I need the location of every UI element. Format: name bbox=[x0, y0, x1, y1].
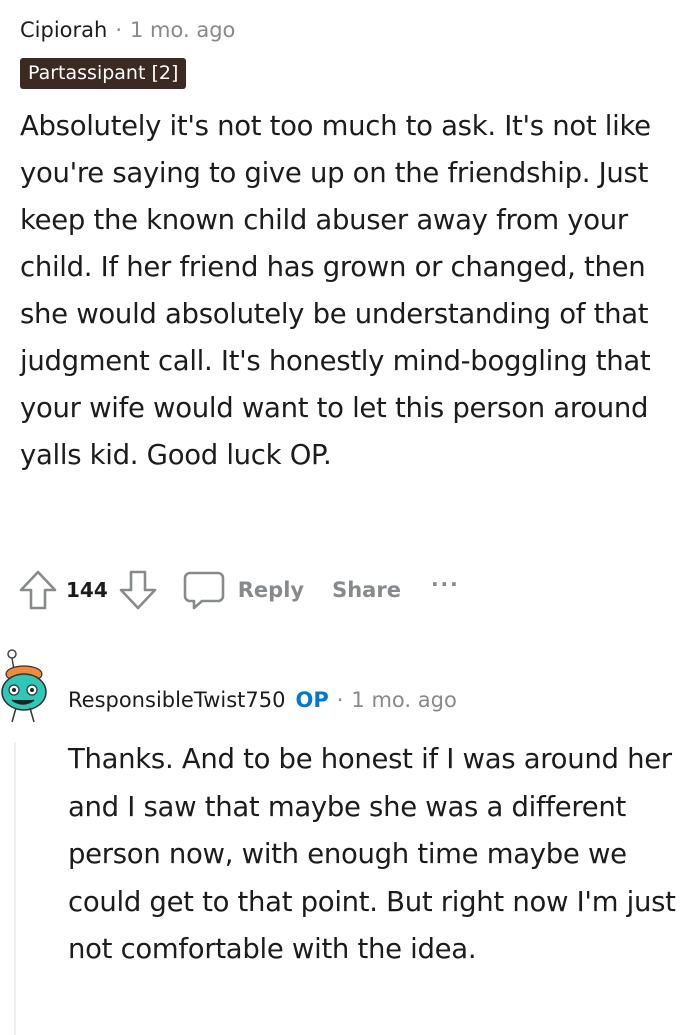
comment: Cipiorah · 1 mo. ago Partassipant [2] Ab… bbox=[20, 14, 700, 479]
share-button[interactable]: Share bbox=[332, 578, 401, 602]
timestamp[interactable]: 1 mo. ago bbox=[130, 18, 235, 42]
timestamp[interactable]: 1 mo. ago bbox=[351, 688, 456, 712]
separator-dot: · bbox=[336, 688, 344, 712]
comment-body: Thanks. And to be honest if I was around… bbox=[68, 743, 676, 965]
more-options-button[interactable]: ··· bbox=[431, 572, 460, 596]
reply-button[interactable]: Reply bbox=[238, 578, 304, 602]
speech-bubble-icon[interactable] bbox=[182, 569, 226, 611]
comment-reply: ResponsibleTwist750 OP · 1 mo. ago Thank… bbox=[68, 684, 700, 974]
separator-dot: · bbox=[115, 18, 123, 42]
comment-meta: Cipiorah · 1 mo. ago bbox=[20, 14, 700, 46]
downvote-arrow-icon[interactable] bbox=[118, 569, 158, 611]
op-badge: OP bbox=[295, 688, 329, 712]
comment-meta: ResponsibleTwist750 OP · 1 mo. ago bbox=[68, 684, 700, 716]
thread-line[interactable] bbox=[14, 742, 16, 1035]
vote-score: 144 bbox=[66, 578, 108, 602]
snoo-avatar-icon[interactable] bbox=[0, 648, 56, 728]
author-name[interactable]: Cipiorah bbox=[20, 18, 107, 42]
comment-action-bar: 144 Reply Share ··· bbox=[18, 566, 460, 614]
user-flair: Partassipant [2] bbox=[20, 58, 187, 89]
upvote-arrow-icon[interactable] bbox=[18, 569, 58, 611]
comment-body: Absolutely it's not too much to ask. It'… bbox=[20, 110, 651, 471]
author-name[interactable]: ResponsibleTwist750 bbox=[68, 688, 285, 712]
